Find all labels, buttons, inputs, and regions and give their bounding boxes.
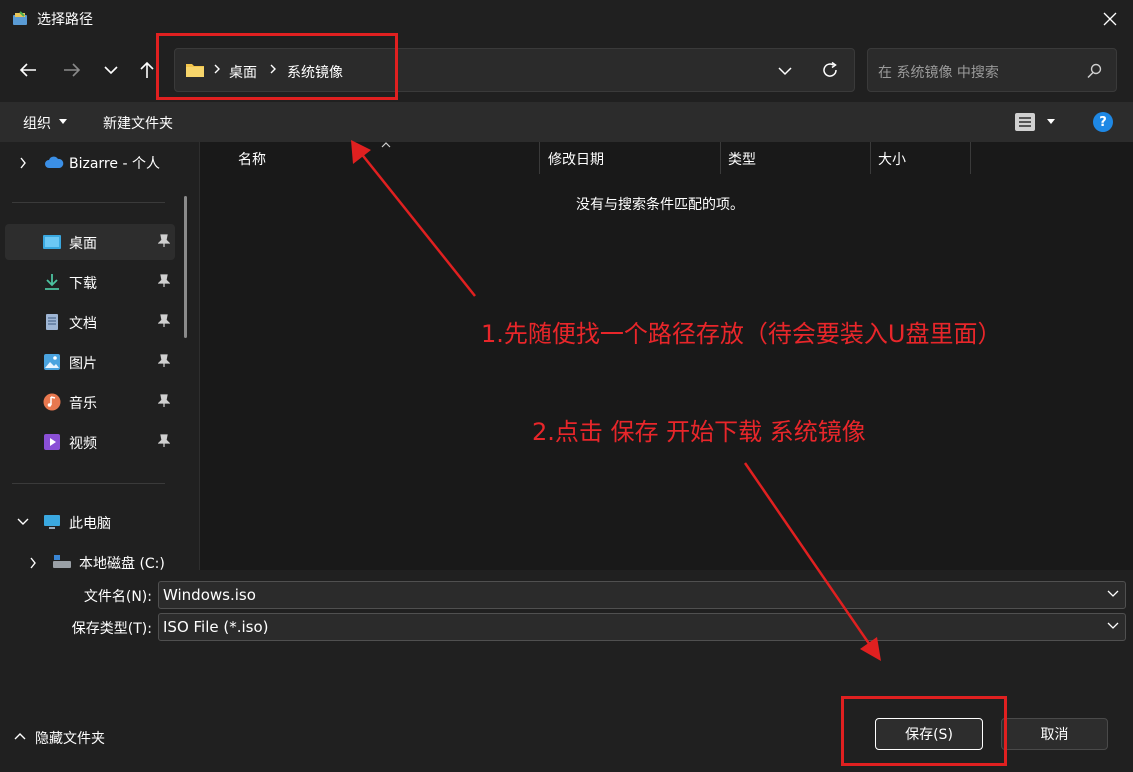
annotation-step-2: 2.点击 保存 开始下载 系统镜像 [532,418,866,446]
annotation-step-1: 1.先随便找一个路径存放（待会要装入U盘里面） [481,320,1002,348]
annotation-arrows [351,140,881,661]
annotation-arrow-2 [743,462,874,649]
annotation-arrow-1 [359,151,476,297]
annotation-arrowhead-2 [860,637,881,661]
